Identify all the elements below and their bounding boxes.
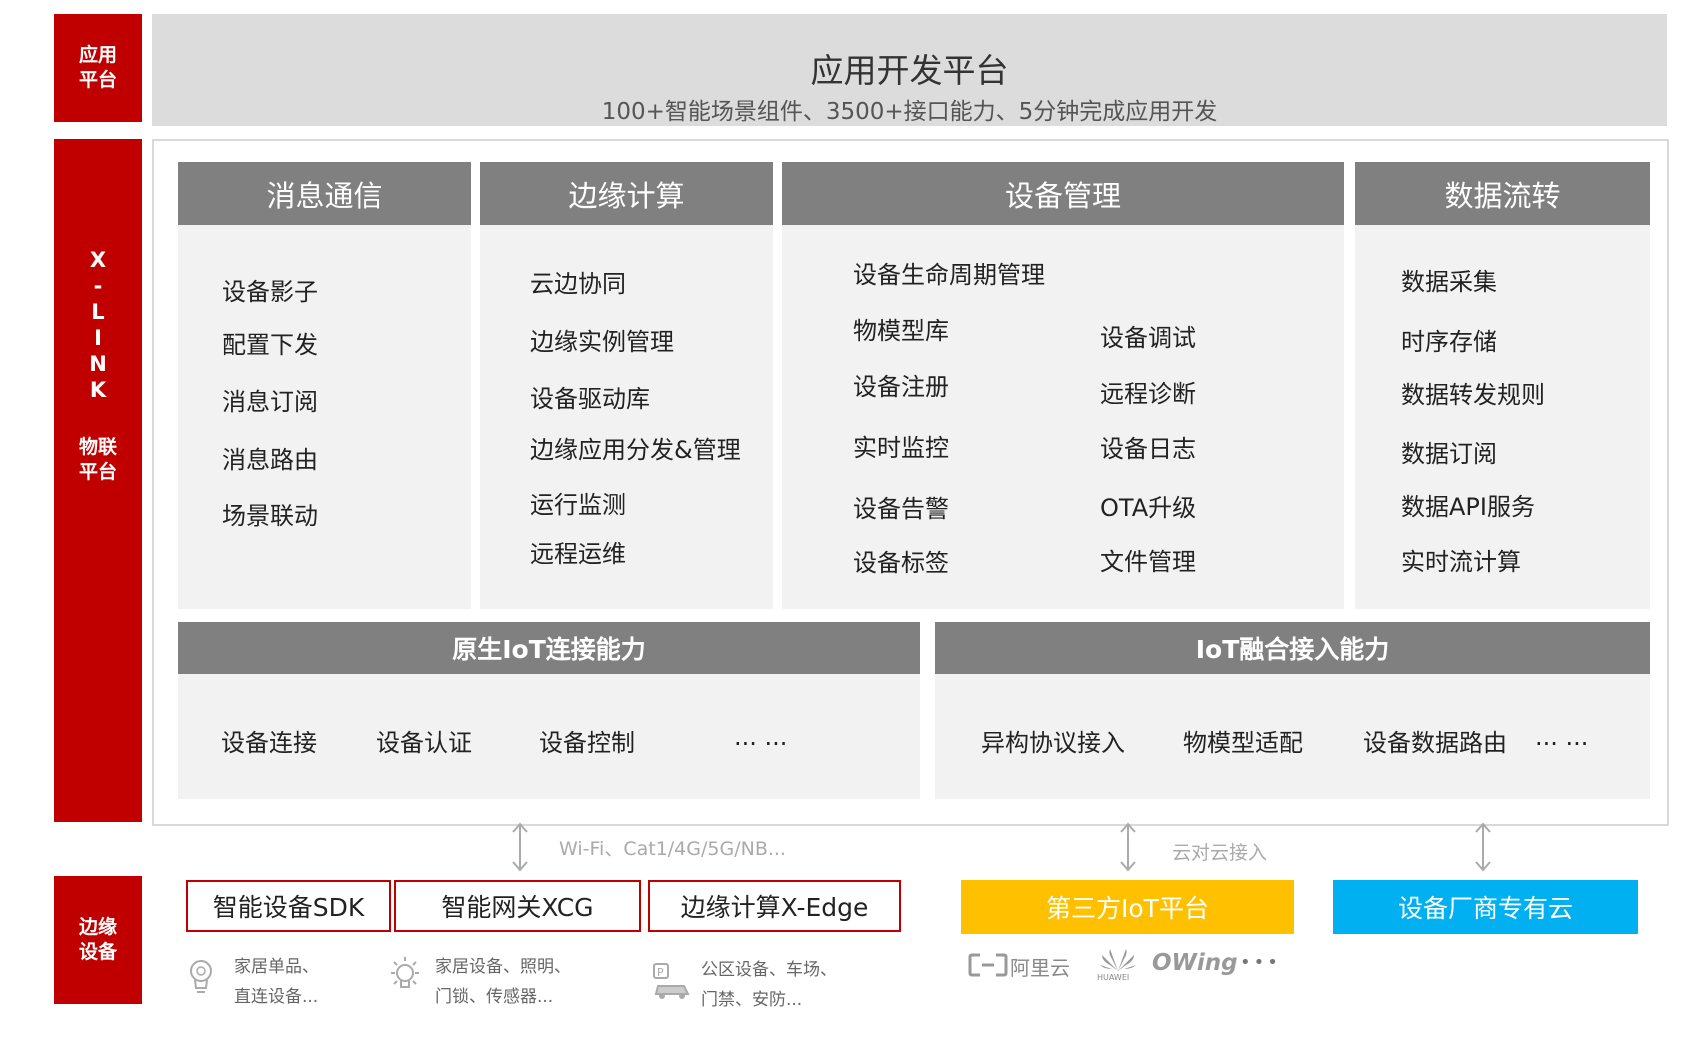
side-letter: L — [91, 299, 105, 324]
column-item: 消息订阅 — [222, 388, 318, 416]
side-label-line: 平台 — [78, 460, 117, 483]
aliyun-logo-text: 阿里云 — [1010, 956, 1070, 980]
side-label-line: 应用 — [78, 44, 117, 66]
column-item: 实时监控 — [853, 434, 949, 462]
column-item: 实时流计算 — [1401, 548, 1521, 576]
device-box-gateway: 智能网关XCG — [394, 880, 641, 932]
column-item: 设备标签 — [853, 549, 949, 577]
band-item: ... ... — [1535, 723, 1589, 751]
column-title: 数据流转 — [1355, 162, 1650, 225]
side-letter: I — [94, 325, 102, 350]
svg-text:P: P — [657, 966, 664, 979]
column-title: 设备管理 — [782, 162, 1344, 225]
column-item: OTA升级 — [1100, 494, 1197, 522]
column-title: 边缘计算 — [480, 162, 773, 225]
device-box-sdk: 智能设备SDK — [186, 880, 391, 932]
column-item: 数据API服务 — [1401, 493, 1535, 521]
column-item: 运行监测 — [530, 491, 626, 519]
device-desc-line: 直连设备... — [234, 987, 319, 1007]
huawei-logo-icon — [1100, 949, 1136, 971]
band-title: IoT融合接入能力 — [935, 622, 1650, 674]
app-platform-title: 应用开发平台 — [810, 51, 1009, 90]
column-item: 设备日志 — [1100, 435, 1196, 463]
column-item: 设备影子 — [222, 278, 318, 306]
column-data-flow: 数据流转 数据采集 时序存储 数据转发规则 数据订阅 数据API服务 实时流计算 — [1355, 162, 1650, 609]
side-letter: K — [89, 377, 107, 402]
cloud-box-vendor: 设备厂商专有云 — [1333, 880, 1638, 934]
column-item: 设备注册 — [853, 373, 949, 401]
device-desc: 家居设备、照明、 门锁、传感器... — [435, 952, 571, 1012]
device-desc-line: 门锁、传感器... — [435, 987, 554, 1007]
column-item: 数据订阅 — [1401, 440, 1497, 468]
bright-bulb-icon — [391, 957, 419, 988]
column-item: 设备告警 — [853, 495, 949, 523]
band-item: 物模型适配 — [1183, 729, 1303, 757]
column-item: 文件管理 — [1100, 548, 1196, 576]
app-platform-box: 应用开发平台 100+智能场景组件、3500+接口能力、5分钟完成应用开发 — [152, 14, 1667, 126]
app-platform-subtitle: 100+智能场景组件、3500+接口能力、5分钟完成应用开发 — [601, 99, 1218, 125]
column-item: 消息路由 — [222, 446, 318, 474]
band-native-iot: 原生IoT连接能力 设备连接 设备认证 设备控制 ... ... — [178, 622, 920, 799]
cloud-box-third-party: 第三方IoT平台 — [961, 880, 1294, 934]
side-label-edge-devices: 边缘 设备 — [54, 876, 142, 1004]
column-device-management: 设备管理 设备生命周期管理 物模型库 设备注册 实时监控 设备告警 设备标签 设… — [782, 162, 1344, 609]
band-fusion-iot: IoT融合接入能力 异构协议接入 物模型适配 设备数据路由 ... ... — [935, 622, 1650, 799]
column-title: 消息通信 — [178, 162, 471, 225]
column-item: 远程诊断 — [1100, 380, 1196, 408]
band-item: 异构协议接入 — [981, 729, 1125, 757]
huawei-logo-text: HUAWEI — [1097, 973, 1130, 982]
column-messaging: 消息通信 设备影子 配置下发 消息订阅 消息路由 场景联动 — [178, 162, 471, 609]
column-item: 配置下发 — [222, 331, 318, 359]
side-label-line: 物联 — [78, 435, 117, 458]
side-label-line: 设备 — [78, 941, 117, 963]
side-letter: - — [93, 273, 103, 298]
band-title: 原生IoT连接能力 — [178, 622, 920, 674]
device-box-edge: 边缘计算X-Edge — [648, 880, 901, 932]
column-item: 数据采集 — [1401, 268, 1497, 296]
column-item: 物模型库 — [853, 317, 949, 345]
lightbulb-icon — [190, 960, 212, 993]
column-item: 边缘实例管理 — [530, 328, 674, 356]
column-item: 设备调试 — [1100, 324, 1196, 352]
double-arrow-icon — [1475, 822, 1491, 872]
column-item: 云边协同 — [530, 270, 626, 298]
device-desc: 家居单品、 直连设备... — [234, 952, 319, 1012]
side-label-xlink-platform: X - L I N K 物联 平台 — [54, 139, 142, 822]
owing-logo-text: OWing — [1152, 950, 1238, 976]
column-edge-computing: 边缘计算 云边协同 边缘实例管理 设备驱动库 边缘应用分发&管理 运行监测 远程… — [480, 162, 773, 609]
device-desc: 公区设备、车场、 门禁、安防... — [701, 955, 837, 1015]
parking-car-icon: P — [653, 963, 690, 999]
column-item: 边缘应用分发&管理 — [530, 436, 741, 464]
column-header-item: 设备生命周期管理 — [853, 261, 1045, 289]
device-desc-line: 家居设备、照明、 — [435, 957, 571, 977]
band-item: 设备连接 — [221, 729, 317, 757]
side-label-line: 边缘 — [78, 916, 117, 938]
band-item: ... ... — [734, 723, 788, 751]
column-item: 远程运维 — [530, 540, 626, 568]
side-letter: N — [89, 351, 107, 376]
band-item: 设备认证 — [376, 729, 472, 757]
column-item: 时序存储 — [1401, 328, 1497, 356]
double-arrow-icon — [512, 822, 528, 872]
device-desc-line: 门禁、安防... — [701, 990, 803, 1010]
device-desc-line: 家居单品、 — [234, 957, 319, 977]
side-label-line: 平台 — [78, 69, 117, 91]
connection-label-cloud: 云对云接入 — [1172, 842, 1268, 864]
more-partners-text: ••• — [1240, 952, 1281, 973]
side-letter: X — [89, 247, 107, 272]
column-item: 数据转发规则 — [1401, 381, 1545, 409]
aliyun-logo-icon — [968, 953, 1008, 977]
double-arrow-icon — [1120, 822, 1136, 872]
column-item: 设备驱动库 — [530, 385, 650, 413]
device-desc-line: 公区设备、车场、 — [701, 960, 837, 980]
column-item: 场景联动 — [222, 502, 318, 530]
band-item: 设备数据路由 — [1363, 729, 1507, 757]
connection-label-wireless: Wi-Fi、Cat1/4G/5G/NB... — [559, 838, 786, 860]
band-item: 设备控制 — [539, 729, 635, 757]
side-label-app-platform: 应用 平台 — [54, 14, 142, 122]
